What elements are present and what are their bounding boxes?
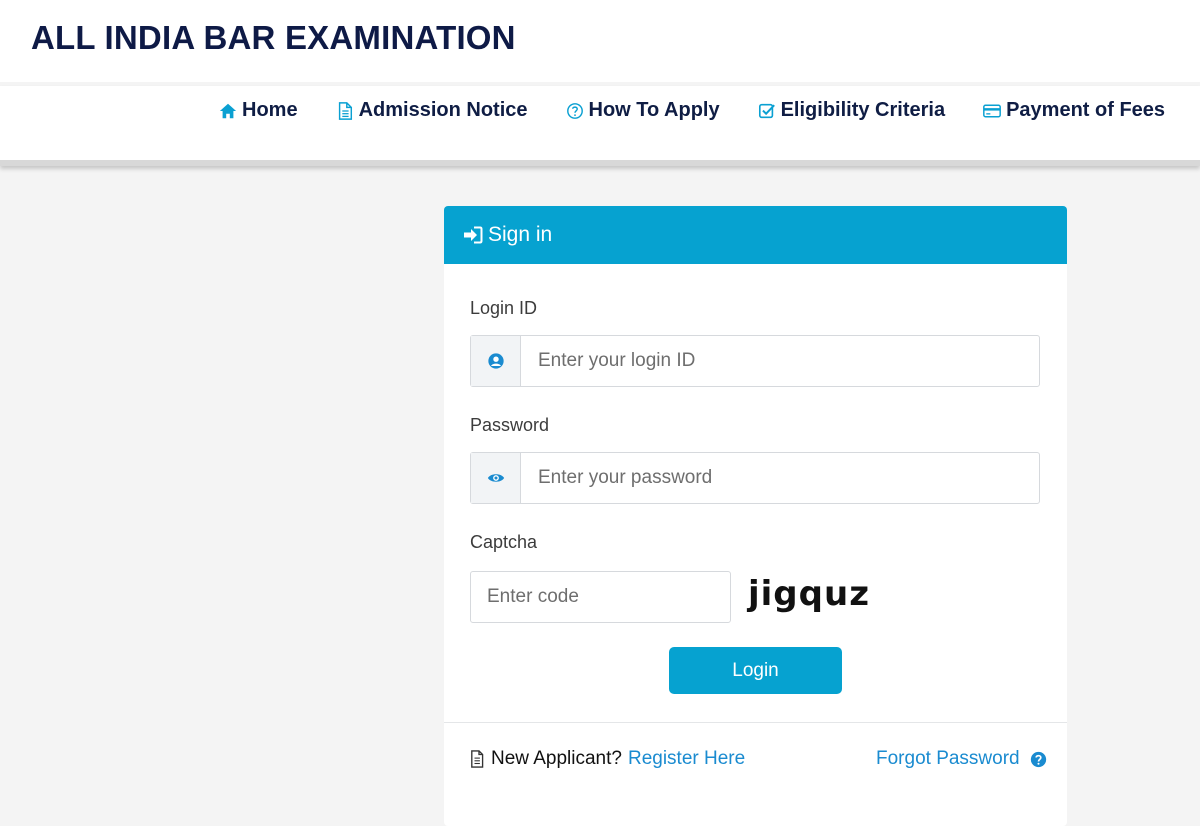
nav-item-label: Admission Notice (358, 99, 528, 121)
login-id-group (470, 335, 1040, 387)
password-input[interactable] (521, 453, 1039, 503)
nav-item-label: Eligibility Criteria (780, 99, 946, 121)
captcha-input[interactable] (470, 571, 731, 623)
document-icon (470, 750, 486, 768)
user-circle-icon (471, 336, 521, 386)
password-group (470, 452, 1040, 504)
card-divider (444, 722, 1067, 723)
nav-list: Home Admission Notice How To Apply Eligi… (219, 99, 1200, 122)
nav-item-payment-of-fees[interactable]: Payment of Fees (983, 99, 1165, 122)
new-applicant-row: New Applicant? Register Here (470, 748, 745, 770)
nav-item-home[interactable]: Home (219, 99, 298, 122)
nav-item-label: Payment of Fees (1006, 99, 1166, 121)
signin-card: Sign in Login ID Password Captcha jigquz… (444, 206, 1067, 826)
eye-icon[interactable] (471, 453, 521, 503)
nav-item-how-to-apply[interactable]: How To Apply (566, 99, 720, 122)
password-label: Password (470, 415, 550, 435)
signin-title: Sign in (488, 223, 553, 246)
home-icon (219, 102, 237, 120)
forgot-password-link[interactable]: Forgot Password (876, 748, 1020, 770)
question-circle-icon[interactable] (1030, 751, 1047, 768)
login-id-label: Login ID (470, 298, 538, 318)
nav-item-eligibility-criteria[interactable]: Eligibility Criteria (758, 99, 945, 122)
forgot-password-row: Forgot Password (876, 748, 1047, 770)
main-navbar: Home Admission Notice How To Apply Eligi… (0, 86, 1200, 166)
sign-in-icon (463, 225, 483, 245)
captcha-code: jigquz (748, 574, 870, 614)
signin-header: Sign in (444, 206, 1067, 264)
captcha-label: Captcha (470, 532, 538, 552)
login-id-input[interactable] (521, 336, 1039, 386)
question-circle-icon (566, 102, 584, 120)
new-applicant-text: New Applicant? (491, 748, 622, 769)
nav-item-label: How To Apply (588, 99, 720, 121)
check-square-icon (758, 102, 776, 120)
login-button[interactable]: Login (669, 647, 842, 694)
nav-item-label: Home (242, 99, 298, 121)
register-link[interactable]: Register Here (628, 748, 745, 770)
document-icon (336, 101, 354, 120)
site-title: ALL INDIA BAR EXAMINATION (31, 19, 516, 56)
credit-card-icon (983, 102, 1001, 120)
nav-item-admission-notice[interactable]: Admission Notice (336, 99, 528, 122)
site-header: ALL INDIA BAR EXAMINATION (0, 0, 1200, 82)
